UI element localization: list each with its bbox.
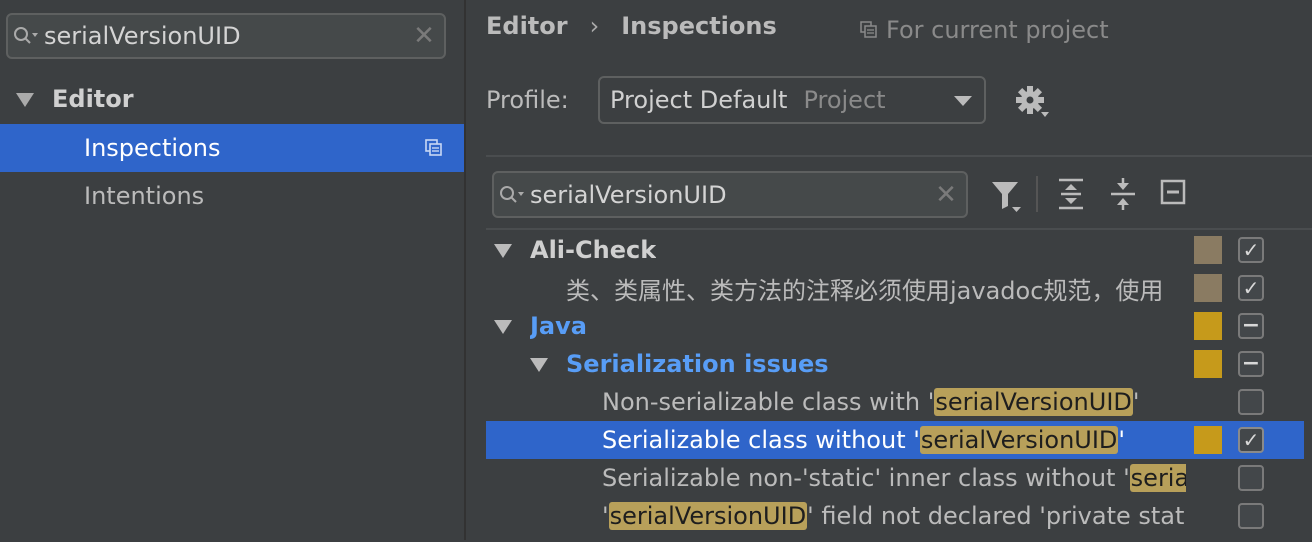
settings-search-input[interactable]: serialVersionUID — [44, 22, 404, 50]
triangle-down-icon[interactable] — [530, 350, 548, 378]
severity-color-swatch — [1194, 350, 1222, 378]
category-label: Ali-Check — [530, 236, 657, 264]
expand-all-icon[interactable] — [1056, 178, 1086, 216]
enabled-checkbox[interactable]: − — [1238, 351, 1264, 377]
search-highlight: serialVersionUID — [1129, 464, 1186, 492]
enabled-checkbox[interactable]: ✓ — [1238, 275, 1264, 301]
enabled-checkbox[interactable] — [1238, 465, 1264, 491]
scope-label: For current project — [886, 16, 1109, 44]
enabled-checkbox[interactable]: ✓ — [1238, 237, 1264, 263]
enabled-checkbox[interactable] — [1238, 389, 1264, 415]
search-icon[interactable] — [494, 173, 530, 216]
category-label: Java — [530, 312, 587, 340]
copy-icon — [424, 138, 444, 158]
settings-search-field[interactable]: serialVersionUID ✕ — [6, 13, 446, 59]
sidebar-item-label: Inspections — [84, 134, 221, 162]
label-text: Serializable class without ' — [602, 426, 920, 454]
inspection-label: 'serialVersionUID' field not declared 'p… — [602, 502, 1186, 530]
search-highlight: serialVersionUID — [608, 502, 808, 530]
triangle-down-icon[interactable] — [494, 236, 512, 264]
enabled-checkbox[interactable]: ✓ — [1238, 427, 1264, 453]
breadcrumb: Editor › Inspections — [486, 12, 777, 40]
collapse-all-icon[interactable] — [1108, 178, 1138, 216]
separator — [486, 155, 1312, 157]
profile-label: Profile: — [486, 86, 569, 114]
scope-indicator: For current project — [860, 16, 1109, 44]
tree-row-item[interactable]: 'serialVersionUID' field not declared 'p… — [486, 497, 1304, 535]
label-text: Serializable non-'static' inner class wi… — [602, 464, 1130, 492]
severity-color-swatch — [1194, 426, 1222, 454]
breadcrumb-item[interactable]: Editor — [486, 12, 568, 40]
inspection-tree: Ali-Check ✓ 类、类属性、类方法的注释必须使用javadoc规范，使用… — [486, 228, 1312, 542]
sidebar-item-label: Intentions — [84, 182, 205, 210]
severity-color-swatch — [1194, 274, 1222, 302]
search-icon[interactable] — [8, 15, 44, 57]
profile-dropdown[interactable]: Project Default Project — [598, 76, 986, 124]
sidebar-item-intentions[interactable]: Intentions — [0, 172, 464, 220]
tree-row-item[interactable]: 类、类属性、类方法的注释必须使用javadoc规范，使用 ✓ — [486, 269, 1304, 307]
label-text: ' — [602, 502, 609, 530]
profile-value: Project Default — [610, 86, 788, 114]
settings-sidebar: serialVersionUID ✕ Editor Inspections In… — [0, 0, 464, 540]
search-highlight: serialVersionUID — [934, 388, 1133, 416]
tree-row-item-selected[interactable]: Serializable class without 'serialVersio… — [486, 421, 1304, 459]
toolbar-separator — [1036, 176, 1038, 212]
label-text: ' — [1132, 388, 1140, 416]
breadcrumb-item: Inspections — [621, 12, 777, 40]
subcategory-label: Serialization issues — [566, 350, 829, 378]
copy-icon — [860, 21, 878, 39]
inspection-label: Serializable class without 'serialVersio… — [602, 426, 1186, 454]
triangle-down-icon[interactable] — [16, 85, 34, 113]
chevron-down-icon — [954, 96, 972, 106]
triangle-down-icon[interactable] — [494, 312, 512, 340]
close-icon[interactable]: ✕ — [404, 21, 444, 51]
tree-row-item[interactable]: Serializable non-'static' inner class wi… — [486, 459, 1304, 497]
reset-icon[interactable] — [1160, 178, 1188, 214]
inspection-label: Serializable non-'static' inner class wi… — [602, 464, 1186, 492]
tree-row-item[interactable]: Non-serializable class with 'serialVersi… — [486, 383, 1304, 421]
label-text: ' — [1118, 426, 1126, 454]
inspection-label: Non-serializable class with 'serialVersi… — [602, 388, 1186, 416]
tree-row-category[interactable]: Java − — [486, 307, 1304, 345]
enabled-checkbox[interactable]: − — [1238, 313, 1264, 339]
inspection-label: 类、类属性、类方法的注释必须使用javadoc规范，使用 — [566, 276, 1164, 305]
label-text: Non-serializable class with ' — [602, 388, 935, 416]
sidebar-item-inspections[interactable]: Inspections — [0, 124, 464, 172]
tree-group-label: Editor — [52, 85, 134, 113]
severity-color-swatch — [1194, 236, 1222, 264]
chevron-right-icon: › — [589, 12, 600, 40]
search-highlight: serialVersionUID — [919, 426, 1119, 454]
inspections-panel: Editor › Inspections For current project… — [466, 0, 1312, 542]
severity-color-swatch — [1194, 312, 1222, 340]
inspection-search-input[interactable]: serialVersionUID — [530, 181, 926, 209]
tree-row-category[interactable]: Ali-Check ✓ — [486, 231, 1304, 269]
label-text: ' field not declared 'private static fin… — [807, 502, 1186, 530]
gear-icon[interactable] — [1016, 84, 1050, 126]
tree-row-subcategory[interactable]: Serialization issues − — [486, 345, 1304, 383]
inspection-search-field[interactable]: serialVersionUID ✕ — [492, 171, 968, 218]
tree-group-editor[interactable]: Editor — [0, 75, 464, 123]
profile-scope: Project — [803, 86, 886, 114]
filter-icon[interactable] — [990, 178, 1024, 220]
close-icon[interactable]: ✕ — [926, 180, 966, 210]
enabled-checkbox[interactable] — [1238, 503, 1264, 529]
